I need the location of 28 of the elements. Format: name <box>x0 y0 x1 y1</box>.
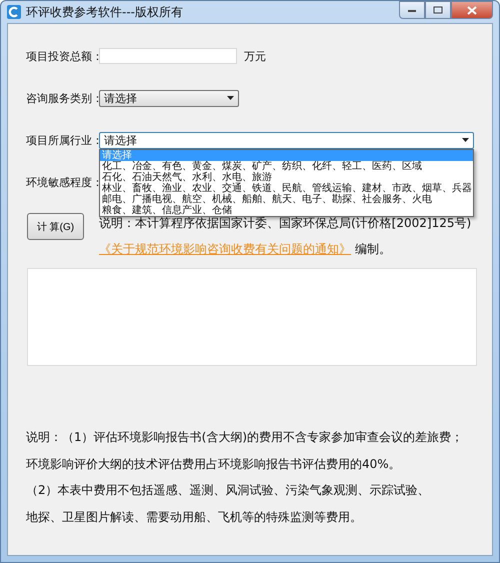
dropdown-option[interactable]: 化工、冶金、有色、黄金、煤炭、矿产、纺织、化纤、轻工、医药、区域 <box>100 160 473 172</box>
input-field[interactable] <box>99 48 237 64</box>
remark-text: 地探、卫星图片解读、需要动用船、飞机等的特殊监测等费用。 <box>26 508 363 526</box>
remark-text: 环境影响评价大纲的技术评估费用占环境影响报告书评估费用的40%。 <box>26 456 402 472</box>
dropdown-option[interactable]: 石化、石油天然气、水利、水电、旅游 <box>100 172 473 182</box>
maximize-icon <box>433 6 443 14</box>
remark-text: 说明：（1）评估环境影响报告书(含大纲)的费用不含专家参加审查会议的差旅费； <box>26 429 464 446</box>
dropdown-option[interactable]: 粮食、建筑、信息产业、仓储 <box>100 204 473 216</box>
field-label: 咨询服务类别： <box>26 90 99 106</box>
window-title: 环评收费参考软件---版权所有 <box>26 4 183 20</box>
close-icon <box>467 6 477 14</box>
dropdown-option[interactable]: 邮电、广播电视、航空、机械、船舶、航天、电子、勘探、社会服务、火电 <box>100 194 473 204</box>
dropdown[interactable]: 请选择 <box>99 132 474 148</box>
maximize-button[interactable] <box>425 1 451 19</box>
field-label: 项目投资总额： <box>26 48 99 64</box>
dropdown[interactable]: 请选择 <box>99 90 239 106</box>
caret-icon <box>462 138 469 142</box>
unit-label: 万元 <box>244 48 266 64</box>
field-label: 项目所属行业： <box>26 132 99 148</box>
app-icon <box>7 5 21 19</box>
field-label: 环境敏感程度： <box>26 176 99 188</box>
minimize-button[interactable] <box>399 1 425 19</box>
remark-text: （2）本表中费用不包括遥感、遥测、风洞试验、污染气象观测、示踪试验、 <box>26 482 431 499</box>
dropdown-option[interactable]: 林业、畜牧、渔业、农业、交通、铁道、民航、管线运输、建材、市政、烟草、兵器 <box>100 182 473 194</box>
calculate-button[interactable]: 计 算(G) <box>27 213 84 240</box>
minimize-icon <box>407 7 417 13</box>
caret-icon <box>227 96 234 100</box>
close-button[interactable] <box>451 1 493 19</box>
